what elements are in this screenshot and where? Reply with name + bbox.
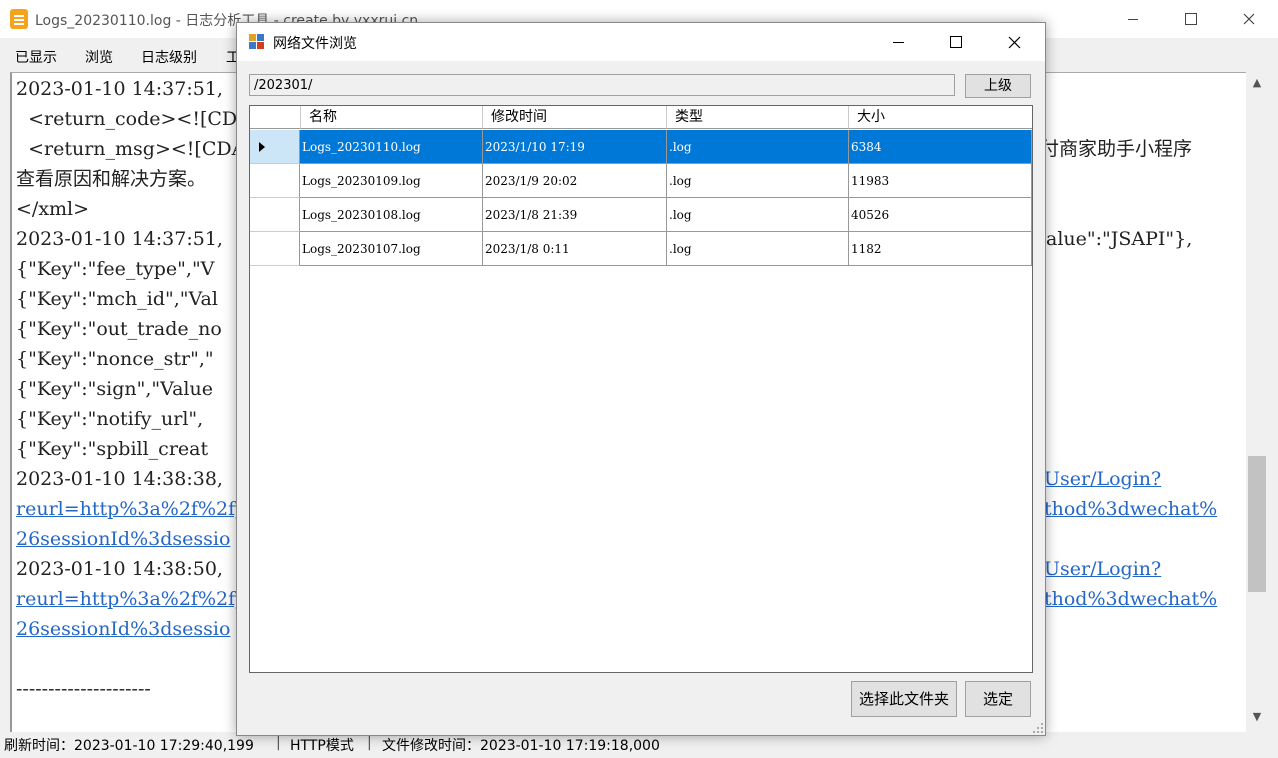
log-line: {"Key":"mch_id","Val — [16, 288, 218, 310]
cell-type: .log — [667, 164, 849, 198]
status-refresh-time: 刷新时间：2023-01-10 17:29:40,199 — [4, 738, 254, 754]
cell-size: 40526 — [849, 198, 1032, 232]
column-header-type[interactable]: 类型 — [667, 106, 849, 129]
dialog-maximize-button[interactable] — [927, 23, 985, 61]
row-header[interactable] — [250, 232, 300, 266]
confirm-select-button[interactable]: 选定 — [965, 681, 1031, 717]
table-row[interactable]: Logs_20230110.log 2023/1/10 17:19 .log 6… — [250, 130, 1032, 164]
log-vertical-scrollbar[interactable]: ▲ ▼ — [1246, 72, 1268, 732]
log-line: </xml> — [16, 198, 90, 220]
status-file-modified: 文件修改时间：2023-01-10 17:19:18,000 — [382, 738, 660, 754]
log-link[interactable]: reurl=http%3a%2f%2fy — [16, 494, 246, 524]
log-line-tail: alue":"JSAPI"}, — [1046, 228, 1193, 250]
column-header-size[interactable]: 大小 — [849, 106, 1032, 129]
scroll-up-icon[interactable]: ▲ — [1246, 76, 1268, 94]
log-line: <return_msg><![CDA — [16, 138, 246, 160]
cell-modified: 2023/1/8 0:11 — [483, 232, 667, 266]
log-line: 2023-01-10 14:37:51, — [16, 228, 223, 250]
cell-modified: 2023/1/8 21:39 — [483, 198, 667, 232]
menu-item-log-level[interactable]: 日志级别 — [141, 47, 197, 67]
row-header[interactable] — [250, 130, 300, 164]
minimize-button[interactable] — [1104, 0, 1162, 38]
menu-item-shown[interactable]: 已显示 — [15, 47, 57, 67]
log-line: {"Key":"spbill_creat — [16, 438, 209, 460]
resize-grip-icon[interactable] — [1033, 723, 1043, 733]
column-header-modified[interactable]: 修改时间 — [483, 106, 667, 129]
log-link[interactable]: 26sessionId%3dsessio — [16, 614, 230, 644]
log-link[interactable]: 26sessionId%3dsessio — [16, 524, 230, 554]
status-separator: | — [367, 735, 372, 751]
log-line: {"Key":"nonce_str"," — [16, 348, 214, 370]
log-link-tail[interactable]: thod%3dwechat% — [1044, 494, 1217, 524]
cell-name: Logs_20230109.log — [300, 164, 483, 198]
minimize-icon — [892, 41, 904, 43]
table-row[interactable]: Logs_20230108.log 2023/1/8 21:39 .log 40… — [250, 198, 1032, 232]
grid-corner — [250, 106, 301, 129]
log-link-tail[interactable]: User/Login? — [1044, 464, 1161, 494]
network-file-browser-dialog: 网络文件浏览 /202301/ 上级 名称 修改时间 类型 大小 Logs_20… — [236, 22, 1046, 736]
log-line: 2023-01-10 14:37:51, — [16, 78, 223, 100]
log-line: {"Key":"out_trade_no — [16, 318, 222, 340]
log-link-tail[interactable]: thod%3dwechat% — [1044, 584, 1217, 614]
table-row[interactable]: Logs_20230109.log 2023/1/9 20:02 .log 11… — [250, 164, 1032, 198]
table-row[interactable]: Logs_20230107.log 2023/1/8 0:11 .log 118… — [250, 232, 1032, 266]
scroll-down-icon[interactable]: ▼ — [1246, 710, 1268, 728]
notepad-icon — [10, 9, 28, 29]
log-line: {"Key":"fee_type","V — [16, 258, 215, 280]
log-line: --------------------- — [16, 678, 151, 700]
dialog-app-icon — [249, 34, 265, 50]
log-line: <return_code><![CD — [16, 108, 238, 130]
close-button[interactable] — [1220, 0, 1278, 38]
minimize-icon — [1128, 18, 1138, 20]
status-mode: HTTP模式 — [290, 738, 354, 754]
dialog-title: 网络文件浏览 — [273, 36, 357, 52]
row-header[interactable] — [250, 198, 300, 232]
cell-modified: 2023/1/9 20:02 — [483, 164, 667, 198]
cell-size: 1182 — [849, 232, 1032, 266]
cell-size: 6384 — [849, 130, 1032, 164]
cell-name: Logs_20230108.log — [300, 198, 483, 232]
cell-type: .log — [667, 130, 849, 164]
close-icon — [1243, 13, 1255, 25]
log-line: {"Key":"sign","Value — [16, 378, 213, 400]
close-icon — [1008, 36, 1020, 48]
log-link[interactable]: reurl=http%3a%2f%2fy — [16, 584, 246, 614]
cell-modified: 2023/1/10 17:19 — [483, 130, 667, 164]
log-line: 2023-01-10 14:38:50, — [16, 558, 223, 580]
path-input[interactable]: /202301/ — [249, 74, 955, 96]
scroll-thumb[interactable] — [1248, 456, 1266, 592]
parent-folder-button[interactable]: 上级 — [965, 74, 1031, 98]
cell-name: Logs_20230110.log — [300, 130, 483, 164]
status-separator: | — [276, 735, 281, 751]
cell-type: .log — [667, 198, 849, 232]
select-this-folder-button[interactable]: 选择此文件夹 — [851, 681, 957, 717]
current-row-pointer-icon — [259, 142, 265, 152]
file-list-grid[interactable]: 名称 修改时间 类型 大小 Logs_20230110.log 2023/1/1… — [249, 105, 1033, 673]
dialog-minimize-button[interactable] — [869, 23, 927, 61]
log-line: {"Key":"notify_url", — [16, 408, 204, 430]
column-header-name[interactable]: 名称 — [301, 106, 483, 129]
grid-header: 名称 修改时间 类型 大小 — [250, 106, 1032, 130]
log-line-tail: 付商家助手小程序 — [1040, 138, 1193, 160]
cell-name: Logs_20230107.log — [300, 232, 483, 266]
maximize-button[interactable] — [1162, 0, 1220, 38]
log-link-tail[interactable]: User/Login? — [1044, 554, 1161, 584]
menu-item-browse[interactable]: 浏览 — [85, 47, 113, 67]
log-line: 2023-01-10 14:38:38, — [16, 468, 223, 490]
maximize-icon — [1185, 13, 1197, 25]
dialog-titlebar: 网络文件浏览 — [237, 23, 1045, 61]
row-header[interactable] — [250, 164, 300, 198]
cell-size: 11983 — [849, 164, 1032, 198]
log-line: 查看原因和解决方案。 — [16, 168, 207, 190]
cell-type: .log — [667, 232, 849, 266]
maximize-icon — [950, 36, 962, 48]
dialog-close-button[interactable] — [985, 23, 1043, 61]
